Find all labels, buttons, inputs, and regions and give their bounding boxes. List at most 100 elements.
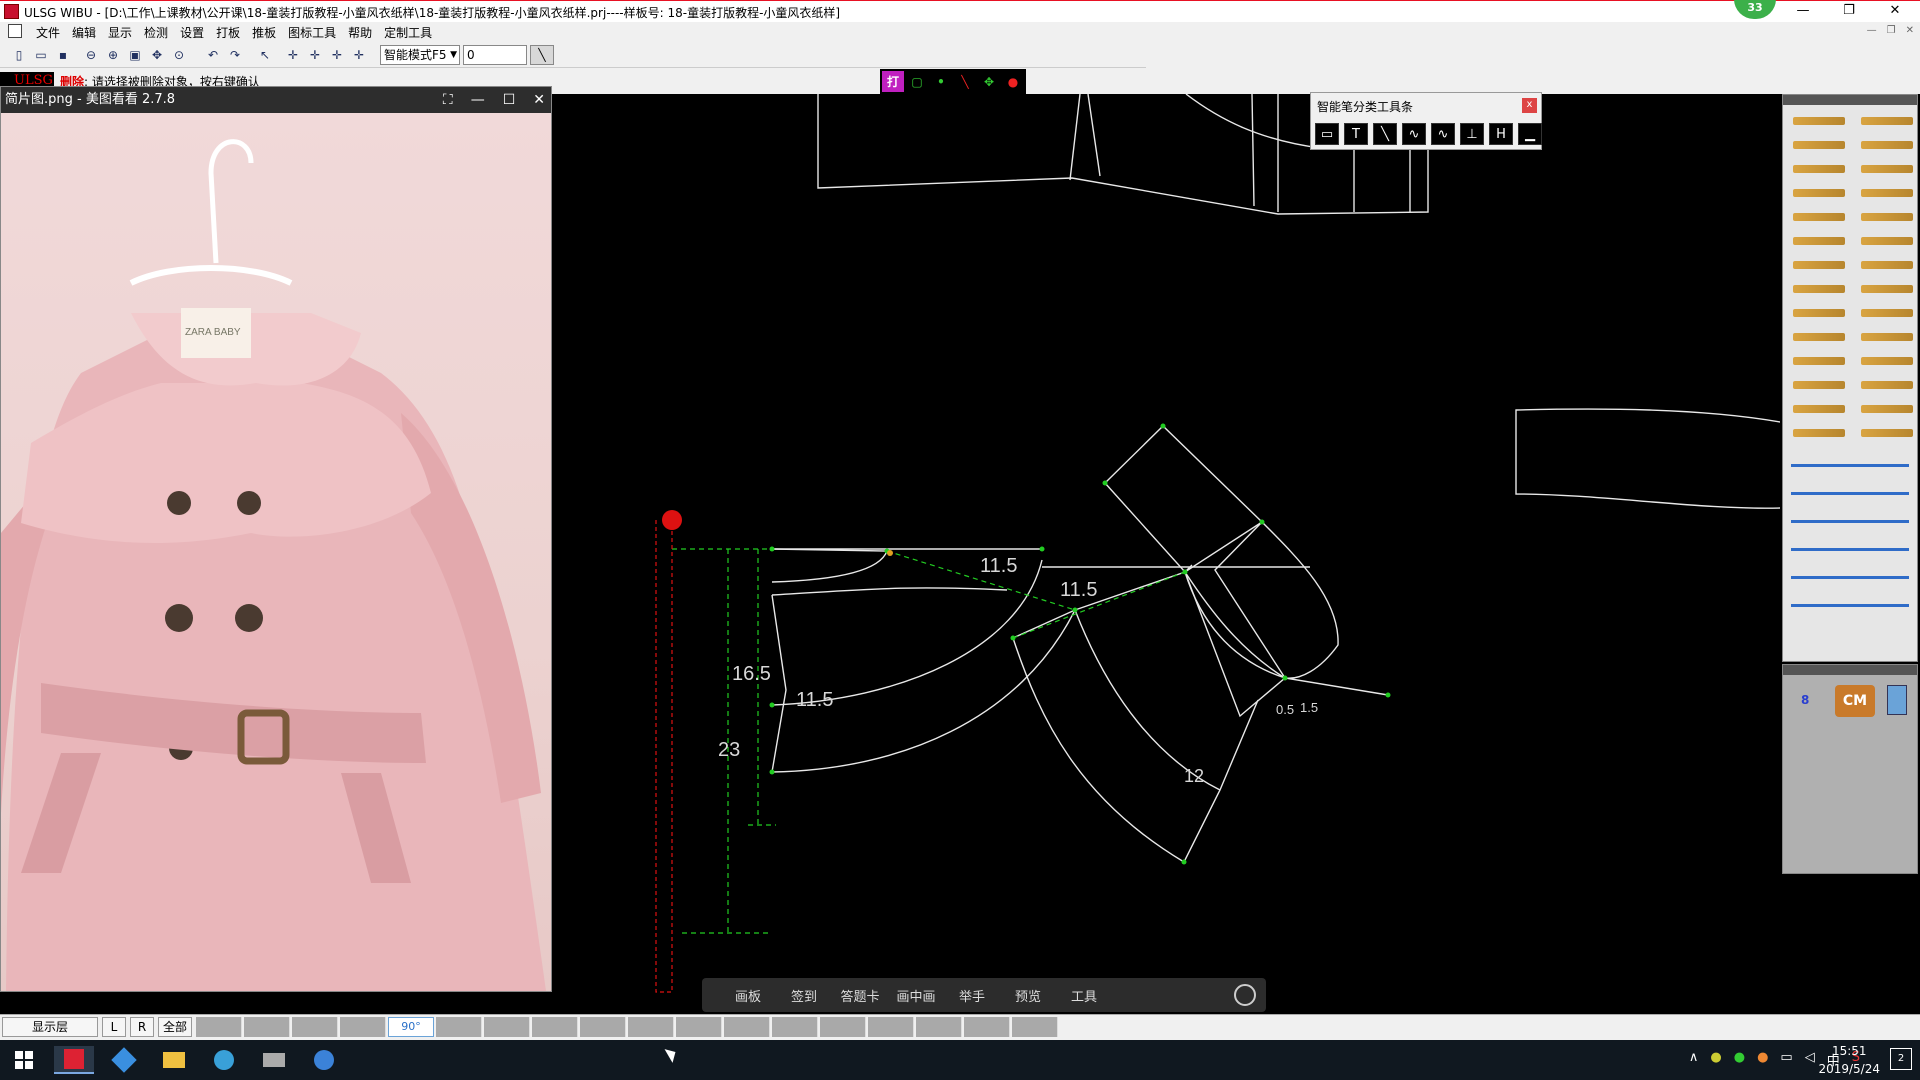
- print-button[interactable]: 打: [882, 71, 904, 92]
- pen-tool-icon[interactable]: ╲: [530, 45, 554, 65]
- calculator-icon[interactable]: [1887, 685, 1907, 715]
- pattern-tool-icon[interactable]: [1787, 111, 1851, 131]
- taskbar-app2-icon[interactable]: [104, 1046, 144, 1074]
- zoom-window-icon[interactable]: ⊙: [170, 46, 188, 64]
- start-button[interactable]: [4, 1046, 44, 1074]
- floatbar-tools[interactable]: 工具: [1056, 986, 1112, 1005]
- notification-center-button[interactable]: 2: [1890, 1048, 1912, 1070]
- pattern-tool-icon[interactable]: [1787, 279, 1851, 299]
- pattern-tool-icon[interactable]: [1787, 183, 1851, 203]
- layer-angle-cell[interactable]: 90°: [388, 1017, 434, 1037]
- curve-ruler-tool[interactable]: [1791, 481, 1909, 505]
- zoom-out-icon[interactable]: ⊖: [82, 46, 100, 64]
- layer-cell[interactable]: [676, 1017, 722, 1037]
- pattern-tool-icon[interactable]: [1855, 183, 1919, 203]
- floatbar-whiteboard[interactable]: 画板: [720, 986, 776, 1005]
- cm-unit-button[interactable]: CM: [1835, 685, 1875, 717]
- point-tool-3-icon[interactable]: ✛: [328, 46, 346, 64]
- menu-item-3[interactable]: 检测: [138, 24, 174, 41]
- floatbar-raise-hand[interactable]: 举手: [944, 986, 1000, 1005]
- layer-cell[interactable]: [484, 1017, 530, 1037]
- save-icon[interactable]: ▪: [54, 46, 72, 64]
- power-icon[interactable]: [1234, 984, 1256, 1006]
- layer-cell[interactable]: [436, 1017, 482, 1037]
- pattern-tool-icon[interactable]: [1787, 135, 1851, 155]
- pattern-tool-icon[interactable]: [1787, 231, 1851, 251]
- open-file-icon[interactable]: ▭: [32, 46, 50, 64]
- taskbar-browser-icon[interactable]: [204, 1046, 244, 1074]
- layer-cell[interactable]: [964, 1017, 1010, 1037]
- menu-item-8[interactable]: 帮助: [342, 24, 378, 41]
- menu-item-2[interactable]: 显示: [102, 24, 138, 41]
- pattern-tool-icon[interactable]: [1855, 111, 1919, 131]
- layer-cell[interactable]: [628, 1017, 674, 1037]
- layer-r-button[interactable]: R: [130, 1017, 154, 1037]
- taskbar-explorer-icon[interactable]: [154, 1046, 194, 1074]
- close-button[interactable]: ✕: [1872, 1, 1918, 23]
- smart-pen-tool-2[interactable]: ╲: [1373, 123, 1397, 145]
- pattern-tool-icon[interactable]: [1787, 303, 1851, 323]
- minimize-button[interactable]: —: [1780, 1, 1826, 23]
- red-dot-icon[interactable]: ●: [1002, 71, 1024, 92]
- rect-tool-icon[interactable]: ▢: [906, 71, 928, 92]
- pattern-tool-icon[interactable]: [1787, 327, 1851, 347]
- ruler-tool[interactable]: [1791, 453, 1909, 477]
- viewer-minimize-icon[interactable]: —: [471, 87, 485, 113]
- smart-pen-tool-0[interactable]: ▭: [1315, 123, 1339, 145]
- layer-cell[interactable]: [196, 1017, 242, 1037]
- pan-icon[interactable]: ✥: [148, 46, 166, 64]
- mode-select[interactable]: 智能模式F5 ▼: [380, 45, 460, 65]
- arc-tool[interactable]: [1791, 593, 1909, 617]
- menu-item-6[interactable]: 推板: [246, 24, 282, 41]
- layer-cell[interactable]: [580, 1017, 626, 1037]
- tray-expand-icon[interactable]: ∧: [1689, 1050, 1699, 1069]
- floatbar-checkin[interactable]: 签到: [776, 986, 832, 1005]
- menu-item-9[interactable]: 定制工具: [378, 24, 438, 41]
- number-input[interactable]: 0: [463, 45, 527, 65]
- point-tool-4-icon[interactable]: ✛: [350, 46, 368, 64]
- layer-cell[interactable]: [292, 1017, 338, 1037]
- smart-pen-close-button[interactable]: x: [1522, 98, 1537, 113]
- mdi-close-icon[interactable]: ✕: [1906, 25, 1914, 36]
- menu-item-0[interactable]: 文件: [30, 24, 66, 41]
- point-tool-2-icon[interactable]: ✛: [306, 46, 324, 64]
- smart-pen-tool-3[interactable]: ∿: [1402, 123, 1426, 145]
- select-delete-icon[interactable]: ↖: [256, 46, 274, 64]
- layer-cell[interactable]: [244, 1017, 290, 1037]
- menu-item-4[interactable]: 设置: [174, 24, 210, 41]
- pattern-tool-icon[interactable]: [1787, 207, 1851, 227]
- smart-pen-tool-7[interactable]: ▁: [1518, 123, 1542, 145]
- mdi-restore-icon[interactable]: ❐: [1887, 25, 1896, 36]
- floatbar-pip[interactable]: 画中画: [888, 986, 944, 1005]
- pattern-tool-icon[interactable]: [1855, 327, 1919, 347]
- floatbar-answer-card[interactable]: 答题卡: [832, 986, 888, 1005]
- move-tool-icon[interactable]: ✥: [978, 71, 1000, 92]
- pattern-tool-icon[interactable]: [1855, 279, 1919, 299]
- layer-cell[interactable]: [724, 1017, 770, 1037]
- pattern-tool-icon[interactable]: [1855, 231, 1919, 251]
- layer-cell[interactable]: [772, 1017, 818, 1037]
- tray-app3-icon[interactable]: ●: [1757, 1050, 1768, 1069]
- layer-cell[interactable]: [532, 1017, 578, 1037]
- pattern-tool-icon[interactable]: [1855, 375, 1919, 395]
- smart-pen-tool-1[interactable]: T: [1344, 123, 1368, 145]
- taskbar-recorder-icon[interactable]: [254, 1046, 294, 1074]
- pattern-tool-icon[interactable]: [1855, 303, 1919, 323]
- taskbar-ulsg-icon[interactable]: [54, 1046, 94, 1074]
- layer-cell[interactable]: [820, 1017, 866, 1037]
- viewer-close-icon[interactable]: ✕: [533, 87, 545, 113]
- fit-view-icon[interactable]: ▣: [126, 46, 144, 64]
- undo-icon[interactable]: ↶: [204, 46, 222, 64]
- point-tool-icon[interactable]: ✛: [284, 46, 302, 64]
- pattern-tool-icon[interactable]: [1855, 255, 1919, 275]
- taskbar-sogou-icon[interactable]: [304, 1046, 344, 1074]
- layer-cell[interactable]: [1012, 1017, 1058, 1037]
- menu-item-7[interactable]: 图标工具: [282, 24, 342, 41]
- pleat-tool[interactable]: [1791, 537, 1909, 561]
- pattern-tool-icon[interactable]: [1855, 351, 1919, 371]
- triangle-tool[interactable]: [1791, 509, 1909, 533]
- tray-app-icon[interactable]: ●: [1710, 1050, 1721, 1069]
- pattern-tool-icon[interactable]: [1787, 159, 1851, 179]
- pattern-tool-icon[interactable]: [1787, 351, 1851, 371]
- network-icon[interactable]: ▭: [1780, 1050, 1792, 1069]
